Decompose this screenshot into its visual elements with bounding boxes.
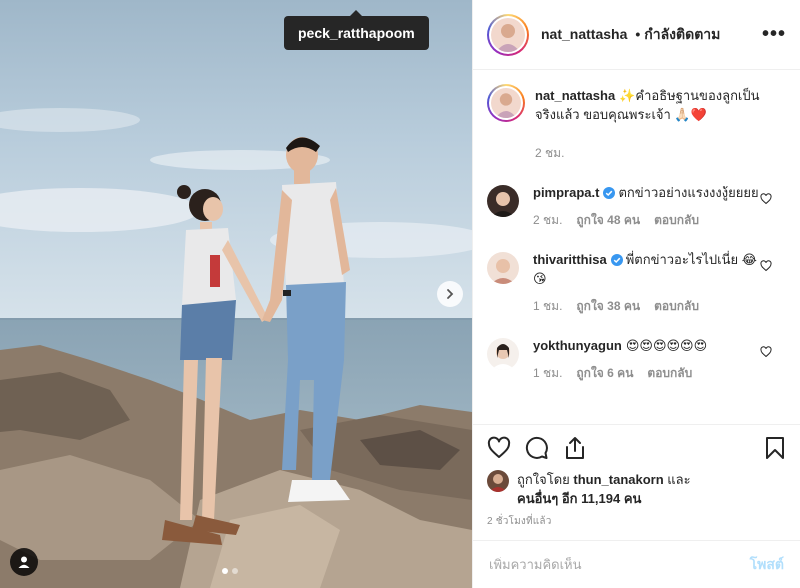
comment-username[interactable]: thivaritthisa <box>533 252 607 267</box>
carousel-dot <box>222 568 228 574</box>
like-comment-heart-icon[interactable] <box>760 260 772 272</box>
bookmark-icon <box>766 436 784 459</box>
liker-avatar[interactable] <box>487 470 509 492</box>
beach-couple-image <box>0 0 472 588</box>
share-button[interactable] <box>563 436 587 460</box>
reply-button[interactable]: ตอบกลับ <box>647 364 692 383</box>
comment-item: yokthunyagun 😍😍😍😍😍😍 1 ชม. ถูกใจ 6 คน ตอบก… <box>487 336 786 383</box>
like-comment-heart-icon[interactable] <box>760 193 772 205</box>
save-button[interactable] <box>764 436 786 460</box>
caption-time[interactable]: 2 ชม. <box>535 144 564 163</box>
chevron-right-icon <box>447 289 454 299</box>
like-button[interactable] <box>487 436 511 460</box>
comment-avatar[interactable] <box>487 185 519 217</box>
likes-and: และ <box>667 472 691 487</box>
comment-likes[interactable]: ถูกใจ 48 คน <box>576 211 640 230</box>
post-photo[interactable]: peck_ratthapoom <box>0 0 472 588</box>
liker-username[interactable]: thun_tanakorn <box>573 472 663 487</box>
author-avatar[interactable] <box>487 13 529 56</box>
user-tag-tooltip[interactable]: peck_ratthapoom <box>284 10 429 50</box>
reply-button[interactable]: ตอบกลับ <box>654 297 699 316</box>
comments-section: nat_nattasha ✨คำอธิษฐานของลูกเป็นจริงแล้ว… <box>473 70 800 424</box>
comment-likes[interactable]: ถูกใจ 6 คน <box>576 364 633 383</box>
post-header: nat_nattasha • กำลังติดตาม ••• <box>473 0 800 70</box>
comment-text: 😍😍😍😍😍😍 <box>625 338 708 353</box>
comment-time[interactable]: 1 ชม. <box>533 364 562 383</box>
person-icon <box>18 556 30 568</box>
post-action-bar <box>473 424 800 470</box>
share-icon <box>566 436 584 459</box>
verified-badge-icon <box>603 187 616 199</box>
author-username[interactable]: nat_nattasha <box>541 26 627 42</box>
comment-text: ตกข่าวอย่างแรงงงงู้ยยยย <box>618 185 759 200</box>
more-horizontal-icon: ••• <box>761 23 786 45</box>
comment-item: pimprapa.t ตกข่าวอย่างแรงงงงู้ยยยย 2 ชม. … <box>487 183 786 230</box>
carousel-dot <box>232 568 238 574</box>
caption-avatar[interactable] <box>487 84 525 122</box>
post-timestamp[interactable]: 2 ชั่วโมงที่แล้ว <box>487 514 552 529</box>
heart-icon <box>487 436 511 458</box>
verified-badge-icon <box>610 254 623 266</box>
header-separator: • <box>635 25 641 42</box>
comment-button[interactable] <box>525 436 549 460</box>
comment-avatar[interactable] <box>487 252 519 284</box>
post-details-pane: nat_nattasha • กำลังติดตาม ••• nat_natta… <box>472 0 800 588</box>
comment-username[interactable]: yokthunyagun <box>533 338 622 353</box>
comment-avatar[interactable] <box>487 338 519 370</box>
likes-others[interactable]: คนอื่นๆ อีก 11,194 คน <box>517 491 641 506</box>
comment-item: thivaritthisa พี่ตกข่าวอะไรไปเนี่ย 😂😘 1 ช… <box>487 250 786 316</box>
reply-button[interactable]: ตอบกลับ <box>654 211 699 230</box>
carousel-indicator <box>222 568 238 574</box>
user-tag-label[interactable]: peck_ratthapoom <box>298 25 415 41</box>
tagged-users-button[interactable] <box>10 548 38 576</box>
carousel-next-button[interactable] <box>437 281 463 307</box>
caption-username[interactable]: nat_nattasha <box>535 88 615 103</box>
like-comment-heart-icon[interactable] <box>760 346 772 358</box>
comment-username[interactable]: pimprapa.t <box>533 185 599 200</box>
comment-likes[interactable]: ถูกใจ 38 คน <box>576 297 640 316</box>
comment-time[interactable]: 1 ชม. <box>533 297 562 316</box>
likes-prefix: ถูกใจโดย <box>517 472 570 487</box>
post-author-line: nat_nattasha • กำลังติดตาม <box>541 24 720 46</box>
more-options-button[interactable]: ••• <box>762 23 786 46</box>
post-comment-button[interactable]: โพสต์ <box>750 554 784 576</box>
comment-input[interactable] <box>489 557 750 572</box>
comment-bubble-icon <box>525 436 548 459</box>
likes-summary: ถูกใจโดย thun_tanakorn และ คนอื่นๆ อีก 1… <box>487 470 786 508</box>
caption: nat_nattasha ✨คำอธิษฐานของลูกเป็นจริงแล้ว… <box>487 84 786 163</box>
follow-status[interactable]: กำลังติดตาม <box>644 26 720 42</box>
add-comment-bar: โพสต์ <box>473 540 800 588</box>
comment-time[interactable]: 2 ชม. <box>533 211 562 230</box>
